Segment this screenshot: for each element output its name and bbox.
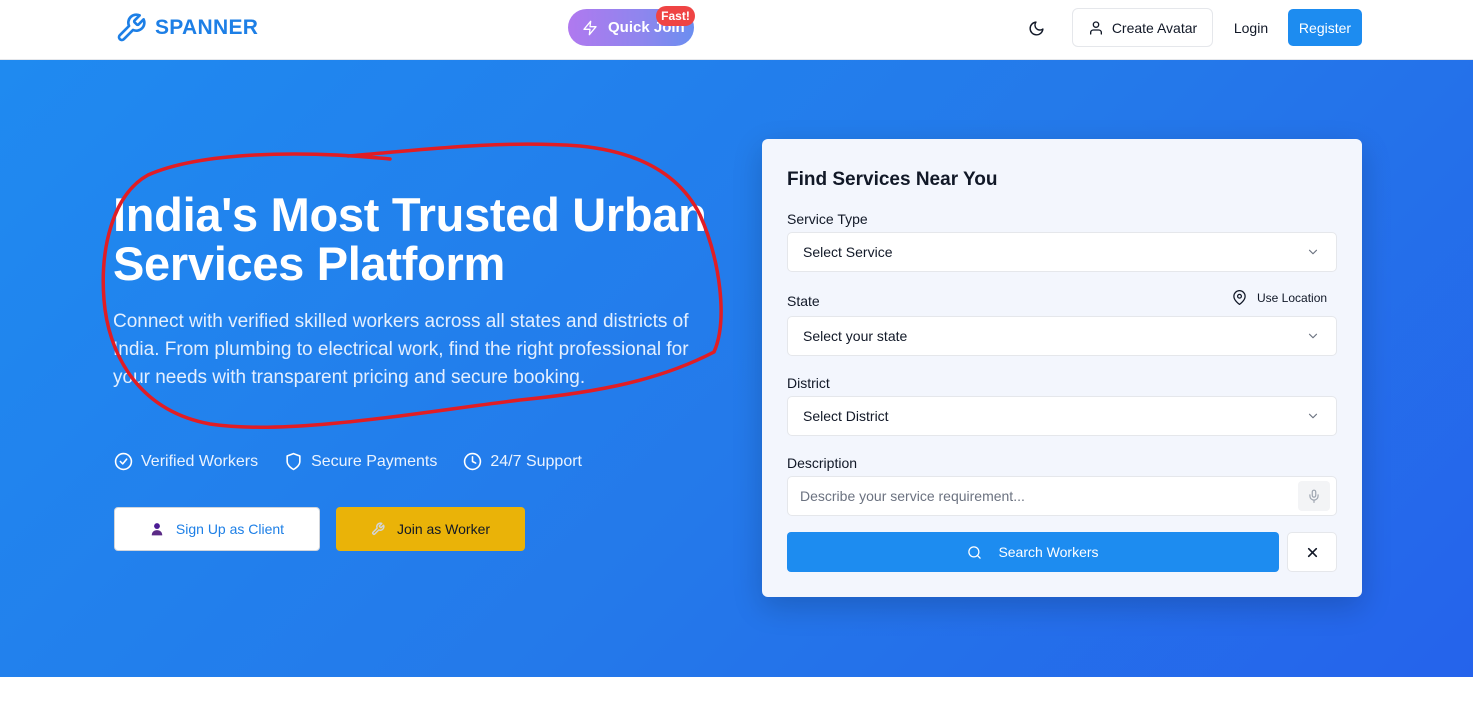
state-select[interactable]: Select your state [787,316,1337,356]
theme-toggle-button[interactable] [1024,16,1048,40]
clear-button[interactable] [1287,532,1337,572]
district-label: District [787,375,830,391]
feature-label: Secure Payments [311,452,438,470]
district-value: Select District [803,408,889,424]
voice-input-button[interactable] [1298,481,1330,511]
service-type-value: Select Service [803,244,893,260]
wrench-icon [117,13,146,42]
hero-title: India's Most Trusted Urban Services Plat… [113,188,707,290]
chevron-down-icon [1308,333,1318,339]
use-location-button[interactable]: Use Location [1232,290,1327,305]
brand-logo[interactable]: SPANNER [115,12,258,44]
card-title: Find Services Near You [787,169,998,190]
district-select[interactable]: Select District [787,396,1337,436]
fast-badge: Fast! [656,6,695,26]
state-label: State [787,293,820,309]
feature-label: 24/7 Support [490,452,582,470]
chevron-down-icon [1308,249,1318,255]
hero-description: Connect with verified skilled workers ac… [113,311,689,388]
chevron-down-icon [1308,413,1318,419]
shield-icon [286,452,301,471]
lightning-icon [583,20,597,35]
state-value: Select your state [803,328,908,344]
service-type-select[interactable]: Select Service [787,232,1337,272]
brand-name: SPANNER [155,16,259,39]
feature-item: Verified Workers [114,452,258,471]
description-input[interactable] [788,477,1292,515]
wrench-icon [371,522,385,535]
hero-section: India's Most Trusted Urban Services Plat… [0,60,1473,677]
feature-item: Secure Payments [284,452,437,471]
join-worker-label: Join as Worker [396,521,491,537]
feature-list: Verified Workers Secure Payments 24/7 Su… [114,452,582,471]
join-worker-button[interactable]: Join as Worker [336,507,525,551]
check-circle-icon [114,452,133,471]
person-icon [151,523,163,536]
top-navbar: SPANNER Quick Join Fast! Create Avatar L… [0,0,1473,60]
use-location-label: Use Location [1257,290,1328,305]
register-button[interactable]: Register [1288,9,1362,46]
description-label: Description [787,455,858,471]
sign-up-client-label: Sign Up as Client [175,521,285,537]
map-pin-icon [1233,290,1246,305]
feature-label: Verified Workers [141,452,259,470]
description-field [787,476,1337,516]
close-icon [1307,547,1317,557]
login-link[interactable]: Login [1228,8,1274,47]
clock-icon [464,452,482,471]
microphone-icon [1309,489,1319,503]
search-workers-button[interactable]: Search Workers [787,532,1279,572]
create-avatar-button[interactable]: Create Avatar [1072,8,1213,47]
feature-item: 24/7 Support [463,452,582,471]
search-workers-label: Search Workers [998,544,1099,560]
moon-icon [1029,20,1044,35]
user-icon [1089,20,1102,35]
create-avatar-label: Create Avatar [1111,19,1198,36]
service-type-label: Service Type [787,211,868,227]
search-icon [968,545,982,559]
sign-up-client-button[interactable]: Sign Up as Client [114,507,320,551]
find-services-card: Find Services Near You Service Type Sele… [762,139,1362,597]
